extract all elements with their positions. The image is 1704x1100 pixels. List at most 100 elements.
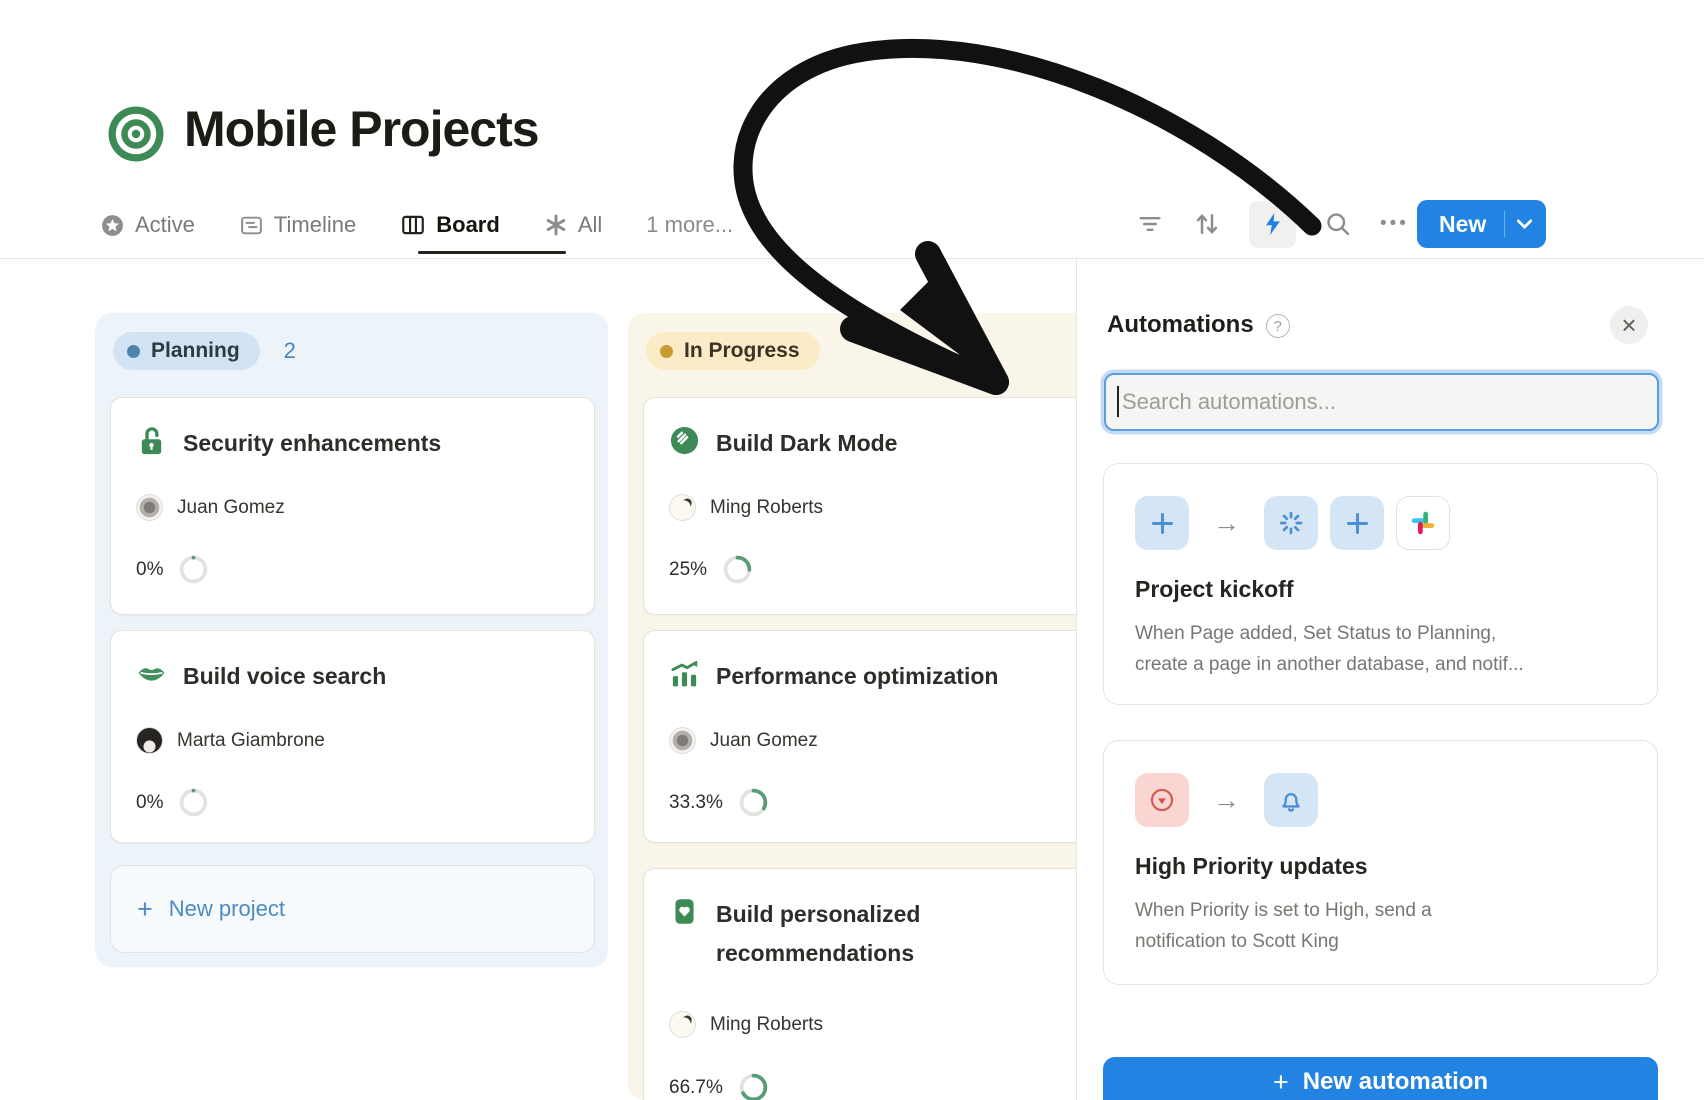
avatar [669, 494, 696, 521]
new-button-label: New [1417, 211, 1486, 238]
lock-icon [136, 425, 167, 456]
column-in-progress: In Progress Build Dark Mode Ming Roberts… [628, 313, 1140, 1100]
progress-ring [178, 787, 209, 818]
priority-icon [1135, 773, 1189, 827]
asterisk-icon [544, 213, 568, 237]
search-automations-input[interactable] [1104, 373, 1659, 431]
tab-board[interactable]: Board [400, 212, 500, 238]
card-title: Build Dark Mode [716, 424, 897, 463]
tab-label: Board [436, 212, 500, 238]
status-label: Planning [151, 339, 240, 363]
assignee: Juan Gomez [136, 494, 285, 521]
tab-all[interactable]: All [544, 212, 602, 238]
assignee: Ming Roberts [669, 1011, 823, 1038]
avatar [669, 1011, 696, 1038]
phone-heart-icon [669, 896, 700, 927]
bell-icon [1264, 773, 1318, 827]
progress-label: 66.7% [669, 1077, 723, 1099]
card-title: Security enhancements [183, 424, 441, 463]
add-step-button[interactable] [1330, 496, 1384, 550]
avatar [136, 494, 163, 521]
progress: 25% [669, 554, 753, 585]
filter-button[interactable] [1135, 209, 1165, 239]
star-circle-icon [100, 213, 125, 238]
chart-icon [669, 658, 700, 689]
status-dot [127, 345, 140, 358]
column-planning: Planning 2 Security enhancements Juan Go… [95, 313, 608, 967]
progress-ring [722, 554, 753, 585]
card-title: Performance optimization [716, 657, 998, 696]
project-card-security-enhancements[interactable]: Security enhancements Juan Gomez 0% [110, 397, 595, 615]
automations-button[interactable] [1249, 201, 1296, 248]
status-label: In Progress [684, 339, 800, 363]
progress: 0% [136, 554, 209, 585]
project-card-build-voice-search[interactable]: Build voice search Marta Giambrone 0% [110, 630, 595, 843]
assignee-name: Juan Gomez [177, 497, 285, 519]
sort-icon [1192, 209, 1222, 239]
view-tabs: Active Timeline Board All [100, 203, 733, 247]
active-tab-underline [418, 251, 566, 254]
board-icon [400, 212, 426, 238]
tab-more[interactable]: 1 more... [646, 212, 733, 238]
assignee: Ming Roberts [669, 494, 823, 521]
new-automation-button[interactable]: + New automation [1103, 1057, 1658, 1100]
automation-description: When Priority is set to High, send a not… [1135, 895, 1432, 957]
tab-label: Timeline [274, 212, 356, 238]
status-badge-in-progress[interactable]: In Progress [646, 332, 820, 370]
new-button[interactable]: New [1417, 200, 1546, 248]
progress-label: 0% [136, 792, 163, 814]
column-in-progress-header: In Progress [646, 332, 820, 370]
tab-label: 1 more... [646, 212, 733, 238]
status-badge-planning[interactable]: Planning [113, 332, 260, 370]
new-automation-label: New automation [1303, 1068, 1488, 1096]
assignee: Marta Giambrone [136, 727, 325, 754]
lightning-bolt-icon [1260, 211, 1286, 237]
spinner-icon [1264, 496, 1318, 550]
assignee-name: Ming Roberts [710, 1014, 823, 1036]
lips-icon [136, 658, 167, 689]
new-project-label: New project [169, 896, 285, 922]
progress-ring [738, 1072, 769, 1100]
add-step-button[interactable] [1135, 496, 1189, 550]
assignee-name: Marta Giambrone [177, 730, 325, 752]
filter-icon [1136, 210, 1164, 238]
arrow-right-icon: → [1213, 785, 1240, 816]
automation-card-high-priority-updates[interactable]: → High Priority updates When Priority is… [1103, 740, 1658, 985]
progress-ring [178, 554, 209, 585]
page-title: Mobile Projects [184, 100, 539, 158]
progress: 0% [136, 787, 209, 818]
project-card-performance-optimization[interactable]: Performance optimization Juan Gomez 33.3… [643, 630, 1128, 843]
assignee-name: Ming Roberts [710, 497, 823, 519]
column-count: 2 [284, 338, 296, 364]
automations-search [1104, 373, 1659, 431]
new-project-button[interactable]: + New project [110, 865, 595, 953]
card-title: Build voice search [183, 657, 386, 696]
chevron-down-icon[interactable] [1505, 219, 1532, 229]
sort-button[interactable] [1192, 209, 1222, 239]
progress: 33.3% [669, 787, 769, 818]
arrow-right-icon: → [1213, 508, 1240, 539]
automations-panel: Automations ? × → [1076, 259, 1704, 1100]
progress-label: 25% [669, 559, 707, 581]
automation-description: When Page added, Set Status to Planning,… [1135, 618, 1524, 680]
status-dot [660, 345, 673, 358]
help-icon[interactable]: ? [1266, 314, 1290, 338]
target-icon [106, 104, 166, 164]
progress-ring [738, 787, 769, 818]
project-card-build-personalized-recommendations[interactable]: Build personalized recommendations Ming … [643, 868, 1128, 1100]
text-caret [1117, 386, 1119, 417]
search-icon [1324, 210, 1352, 238]
progress-label: 33.3% [669, 792, 723, 814]
plus-icon: + [1273, 1071, 1289, 1093]
automation-card-project-kickoff[interactable]: → [1103, 463, 1658, 705]
card-title: Build personalized recommendations [716, 895, 961, 973]
automation-title: Project kickoff [1135, 576, 1294, 603]
close-icon[interactable]: × [1610, 306, 1648, 344]
tab-active[interactable]: Active [100, 212, 195, 238]
more-options-button[interactable]: ••• [1380, 213, 1409, 235]
slack-icon [1396, 496, 1450, 550]
tab-timeline[interactable]: Timeline [239, 212, 356, 238]
search-button[interactable] [1323, 209, 1353, 239]
assignee: Juan Gomez [669, 727, 818, 754]
project-card-build-dark-mode[interactable]: Build Dark Mode Ming Roberts 25% [643, 397, 1128, 615]
